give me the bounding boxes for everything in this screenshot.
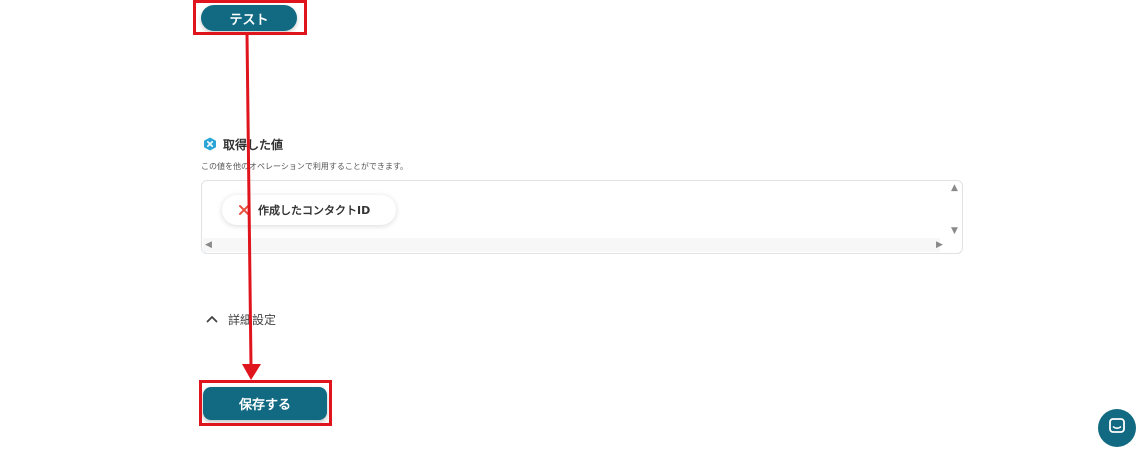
chat-icon [1107, 416, 1127, 440]
annotation-arrow [242, 33, 261, 380]
chat-launcher-button[interactable] [1098, 409, 1136, 447]
